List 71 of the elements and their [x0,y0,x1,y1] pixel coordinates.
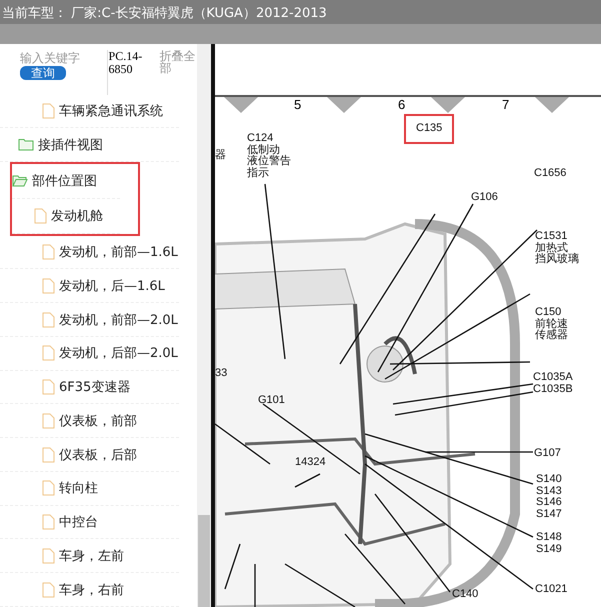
open-folder-icon [12,174,28,188]
column-marker-icon [327,97,361,113]
leader-line [254,564,256,607]
column-marker-icon [535,97,569,113]
diagram-label: S143 [536,486,562,497]
tree-item[interactable]: 仪表板，前部 [0,404,179,438]
document-icon [42,312,55,328]
document-icon [42,412,55,429]
document-icon [42,480,55,496]
document-icon [42,548,55,564]
diagram-label: 挡风玻璃 [535,254,579,266]
diagram-label: 14324 [295,457,326,468]
tree-item[interactable]: 车辆紧急通讯系统 [0,94,179,128]
document-icon [42,102,55,119]
highlighted-label: C135 [404,114,454,144]
diagram-label: C1035B [533,384,573,395]
diagram-label: C1531 [535,231,568,242]
tree-item[interactable]: 部件位置图 [12,164,120,199]
column-marker-icon [431,97,465,113]
column-marker-icon [224,97,258,113]
leader-line [224,544,241,590]
tree-item[interactable]: 转向柱 [0,472,179,506]
diagram-label: G101 [258,395,285,406]
diagram-label: 器 [215,150,226,162]
column-number: 5 [294,97,302,112]
diagram-label: G106 [471,192,498,204]
document-icon [34,208,47,224]
diagram-label: C140 [452,589,478,600]
document-icon [42,278,55,294]
diagram-label: S140 [536,474,562,486]
diagram-label: 加热式 [535,242,568,254]
diagram-label: C150 [535,307,562,318]
document-icon [42,446,55,463]
document-icon [42,582,55,598]
document-icon [42,244,55,260]
tree-item[interactable]: 中控台 [0,506,179,540]
diagram-label: 低制动 [247,144,280,156]
diagram-label: C1035A [533,372,573,384]
diagram-label: 指示 [247,168,269,179]
document-icon [42,345,55,362]
diagram-label: S147 [536,508,562,520]
tree-item[interactable]: 发动机，前部—1.6L [0,236,179,270]
tree-item[interactable]: 发动机，后部—2.0L [0,336,179,371]
diagram-label: C124 [247,133,274,144]
tree-item[interactable]: 接插件视图 [0,128,179,162]
diagram-label: S148 [536,532,562,544]
scrollbar[interactable] [197,44,211,607]
tree-item[interactable]: 发动机，后—1.6L [0,269,179,304]
diagram-label: 液位警告 [247,156,291,167]
diagram-label: S149 [536,544,562,555]
folder-icon [18,138,34,152]
tree-item[interactable]: 6F35变速器 [0,370,179,404]
code-text: PC.14-6850 [106,50,152,95]
search-button[interactable]: 查询 [20,66,66,80]
document-icon [42,379,55,396]
diagram-label: 前轮速 [535,318,568,330]
tree-item[interactable]: 车身，右前 [0,573,179,607]
tree-item[interactable]: 发动机，前部—2.0L [0,303,179,337]
diagram-label: 33 [215,368,228,380]
column-number: 7 [502,97,510,112]
tree-item[interactable]: 车身，左前 [0,539,179,574]
diagram-label: S146 [536,497,562,508]
window-title: 当前车型： 厂家:C-长安福特翼虎（KUGA）2012-2013 [2,5,327,22]
column-number: 6 [398,97,406,112]
diagram-label: C1021 [535,584,568,596]
tree-item[interactable]: 发动机舱 [12,198,120,234]
document-icon [42,514,55,530]
tree-item[interactable]: 仪表板，后部 [0,438,179,472]
diagram-label: 传感器 [535,330,568,342]
diagram-label: C1656 [534,168,566,180]
diagram-label: G107 [534,448,561,460]
